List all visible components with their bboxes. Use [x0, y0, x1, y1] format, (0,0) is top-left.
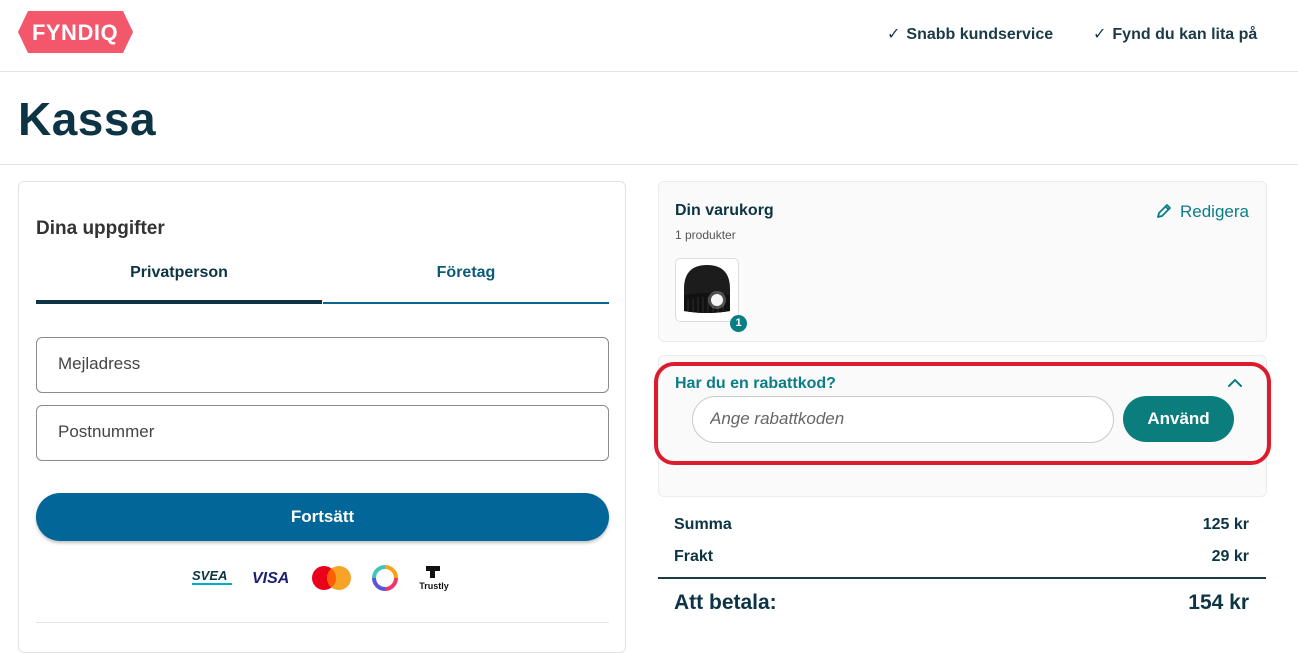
trustly-text: Trustly: [419, 581, 449, 591]
payment-logos: SVEA VISA Trustly: [192, 564, 462, 594]
totals-divider: [658, 577, 1266, 579]
product-thumbnail[interactable]: [675, 258, 739, 322]
beanie-image: [684, 265, 730, 313]
email-field[interactable]: [36, 337, 609, 393]
mastercard-icon: [311, 565, 353, 593]
customer-type-tabs: Privatperson Företag: [36, 256, 609, 304]
section-title: Dina uppgifter: [36, 218, 165, 239]
shipping-label: Frakt: [674, 548, 714, 565]
shipping-value: 29 kr: [1211, 548, 1249, 565]
edit-label: Redigera: [1180, 202, 1249, 221]
divider: [36, 622, 609, 623]
postal-code-field[interactable]: [36, 405, 609, 461]
cart-panel: Din varukorg 1 produkter Redigera 1: [658, 181, 1267, 342]
chevron-up-icon[interactable]: [1227, 376, 1243, 390]
visa-text: VISA: [252, 570, 289, 587]
discount-toggle[interactable]: Har du en rabattkod?: [675, 375, 836, 393]
tab-private-person[interactable]: Privatperson: [36, 256, 322, 304]
usp-trusted-deals: ✓ Fynd du kan lita på: [1093, 24, 1257, 44]
check-icon: ✓: [1093, 26, 1107, 43]
visa-logo: VISA: [252, 567, 296, 595]
discount-panel: Har du en rabattkod? Använd: [658, 355, 1267, 497]
pencil-icon: [1156, 203, 1172, 224]
swish-icon: [372, 565, 398, 593]
page-title-bar: Kassa: [0, 72, 1298, 165]
check-icon: ✓: [887, 26, 901, 43]
discount-code-input[interactable]: [693, 397, 1100, 440]
tab-company[interactable]: Företag: [323, 256, 609, 304]
fyndiq-logo[interactable]: FYNDIQ: [18, 11, 133, 53]
cart-count: 1 produkter: [675, 228, 736, 242]
page-title: Kassa: [18, 93, 157, 145]
apply-discount-button[interactable]: Använd: [1123, 396, 1234, 442]
trustly-logo: Trustly: [414, 564, 454, 592]
email-input[interactable]: [37, 338, 588, 390]
quantity-badge: 1: [730, 315, 747, 332]
svea-text: SVEA: [192, 568, 227, 583]
cart-title: Din varukorg: [675, 202, 774, 219]
discount-code-field[interactable]: [692, 396, 1114, 443]
total-value: 154 kr: [1188, 591, 1249, 614]
total-label: Att betala:: [674, 591, 777, 614]
postal-code-input[interactable]: [37, 406, 588, 458]
svea-logo: SVEA: [192, 567, 236, 595]
usp-label: Fynd du kan lita på: [1112, 26, 1258, 43]
customer-details-panel: Dina uppgifter Privatperson Företag Fort…: [18, 181, 626, 653]
top-bar: FYNDIQ ✓ Snabb kundservice ✓ Fynd du kan l…: [0, 0, 1298, 72]
usp-label: Snabb kundservice: [906, 26, 1054, 43]
subtotal-value: 125 kr: [1202, 516, 1249, 533]
logo-text: FYNDIQ: [32, 20, 118, 45]
edit-cart-link[interactable]: Redigera: [1156, 202, 1249, 224]
continue-button[interactable]: Fortsätt: [36, 493, 609, 541]
usp-fast-service: ✓ Snabb kundservice: [887, 24, 1053, 44]
subtotal-label: Summa: [674, 516, 732, 533]
